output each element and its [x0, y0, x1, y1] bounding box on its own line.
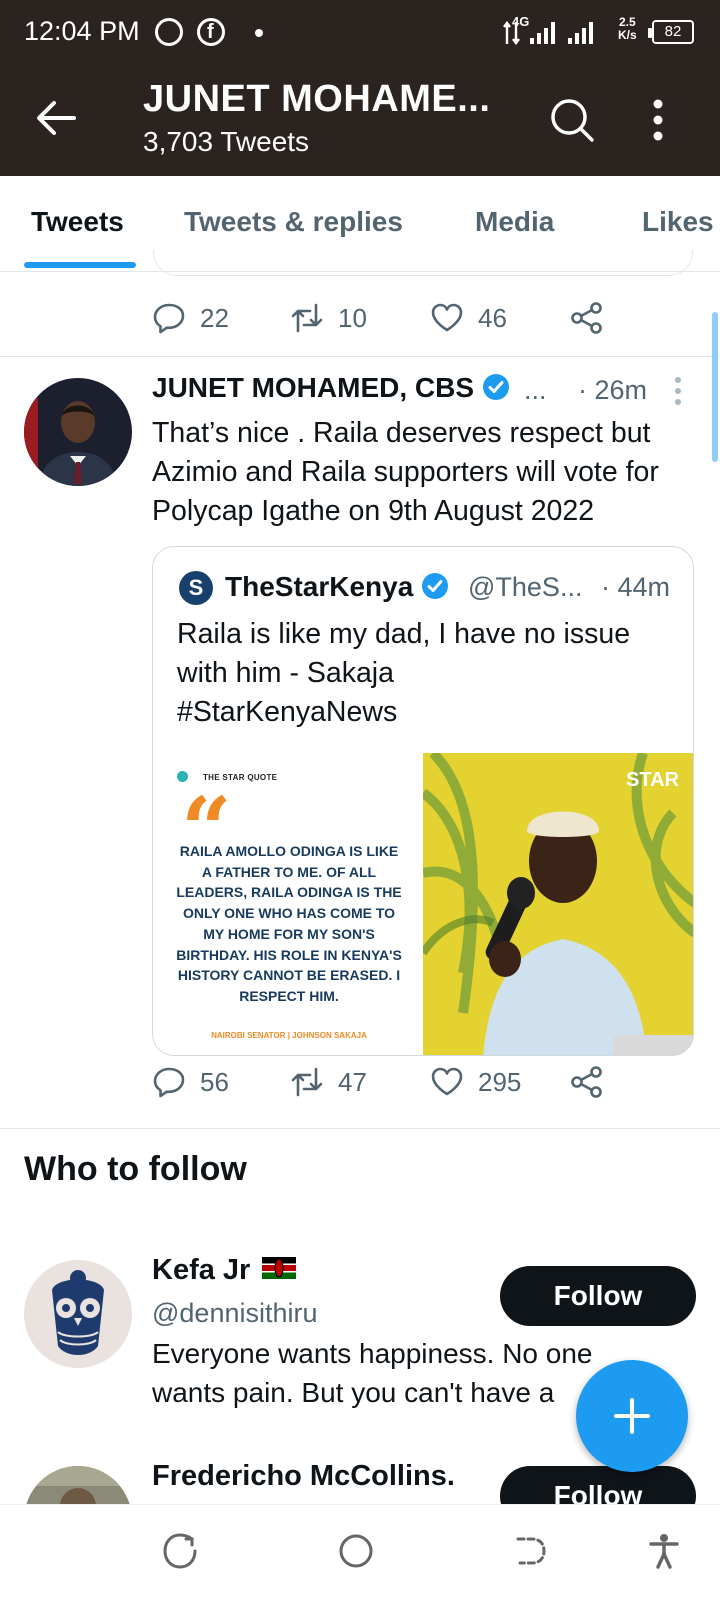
recent-apps-icon[interactable] — [162, 1533, 198, 1569]
quoted-image[interactable]: THE STAR QUOTE “ RAILA AMOLLO ODINGA IS … — [153, 753, 693, 1055]
signal-strength-icon — [530, 22, 555, 44]
heart-icon — [431, 1067, 463, 1096]
speaker-photo-art — [423, 753, 693, 1055]
top-bar: 12:04 PM f 4G 2.5 K/s 82 JUNET MOHAME...… — [0, 0, 720, 176]
quoted-time: · 44m — [601, 572, 671, 602]
tweet-divider — [0, 356, 720, 357]
accessibility-icon[interactable] — [648, 1533, 680, 1569]
share-icon — [571, 1066, 602, 1098]
quoted-handle: @TheS... — [468, 572, 583, 602]
profile-title: JUNET MOHAME... — [143, 78, 491, 120]
follow-button[interactable]: Follow — [500, 1266, 696, 1326]
search-icon[interactable] — [548, 96, 596, 144]
status-time: 12:04 PM — [24, 16, 140, 46]
section-divider — [0, 1128, 720, 1129]
like-count: 46 — [478, 302, 507, 333]
previous-tweet-actions: 22 10 46 — [152, 298, 622, 338]
quote-graphic-credit: NAIROBI SENATOR | JOHNSON SAKAJA — [211, 1031, 367, 1040]
back-nav-icon[interactable] — [512, 1533, 548, 1569]
tweet-text: That’s nice . Raila deserves respect but… — [152, 417, 659, 527]
bio-line: Everyone wants happiness. No one — [152, 1338, 593, 1369]
avatar[interactable] — [24, 378, 132, 486]
author-name: JUNET MOHAMED, CBS — [152, 372, 475, 403]
status-bar: 12:04 PM f 4G 2.5 K/s 82 — [0, 0, 720, 64]
who-to-follow-title: Who to follow — [24, 1150, 247, 1188]
suggested-user-bio: Everyone wants happiness. No one wants p… — [152, 1334, 622, 1412]
active-tab-indicator — [24, 262, 136, 268]
plus-icon — [614, 1398, 650, 1434]
quoted-tweet[interactable]: S TheStarKenya @TheS... · 44m Raila is l… — [152, 546, 694, 1056]
tweet-actions: 56 47 295 — [152, 1062, 622, 1102]
share-button[interactable] — [570, 301, 618, 335]
like-button[interactable]: 46 — [430, 301, 570, 335]
back-arrow-icon[interactable] — [34, 96, 78, 140]
home-icon[interactable] — [338, 1533, 374, 1569]
scrollbar[interactable] — [712, 312, 718, 462]
share-icon — [571, 302, 602, 334]
verified-badge-icon — [482, 374, 509, 400]
kenya-flag-icon — [262, 1257, 297, 1279]
tweet-author[interactable]: JUNET MOHAMED, CBS — [152, 372, 510, 404]
tweet-count: 3,703 Tweets — [143, 126, 310, 157]
reply-button[interactable]: 56 — [152, 1065, 290, 1099]
reply-icon — [153, 303, 185, 334]
speaker-photo: STAR — [423, 753, 693, 1055]
signal-strength-2-icon — [568, 22, 593, 44]
more-options-icon[interactable] — [650, 98, 666, 142]
retweet-icon — [291, 1067, 323, 1097]
user-name-text: Kefa Jr — [152, 1254, 251, 1286]
reply-count: 56 — [200, 1066, 229, 1097]
author-truncation: ... — [524, 375, 547, 405]
quoted-author: TheStarKenya — [225, 571, 449, 603]
compose-tweet-button[interactable] — [576, 1360, 688, 1472]
network-type: 4G — [512, 14, 530, 29]
quoted-text-line: with him - Sakaja — [177, 657, 394, 689]
hashtag-link[interactable]: #StarKenyaNews — [177, 693, 677, 732]
battery-icon: 82 — [648, 20, 694, 44]
tab-likes[interactable]: Likes — [642, 206, 714, 238]
reply-count: 22 — [200, 302, 229, 333]
previous-quote-card[interactable] — [153, 250, 693, 276]
tweet-menu-icon[interactable] — [674, 376, 682, 406]
star-brand-mark: STAR — [626, 769, 679, 791]
quote-graphic: THE STAR QUOTE “ RAILA AMOLLO ODINGA IS … — [153, 753, 423, 1055]
avatar[interactable] — [24, 1260, 132, 1368]
retweet-button[interactable]: 10 — [290, 301, 430, 335]
star-logo-avatar: S — [179, 571, 213, 605]
battery-level: 82 — [664, 23, 682, 40]
suggested-user-name: Kefa Jr — [152, 1254, 297, 1287]
facebook-icon: f — [197, 18, 225, 46]
like-count: 295 — [478, 1066, 522, 1097]
quoted-author-name: TheStarKenya — [225, 571, 414, 602]
reply-icon — [153, 1067, 185, 1098]
twitter-profile-screen: 12:04 PM f 4G 2.5 K/s 82 JUNET MOHAME...… — [0, 0, 720, 1600]
like-button[interactable]: 295 — [430, 1065, 570, 1099]
retweet-count: 10 — [338, 302, 367, 333]
suggested-user-handle: @dennisithiru — [152, 1298, 318, 1328]
tab-tweets-replies[interactable]: Tweets & replies — [184, 206, 403, 238]
verified-badge-icon — [422, 573, 449, 599]
chrome-icon — [155, 18, 183, 46]
retweet-count: 47 — [338, 1066, 367, 1097]
speed-unit: K/s — [618, 28, 637, 42]
quoted-text: Raila is like my dad, I have no issue wi… — [177, 615, 677, 732]
share-button[interactable] — [570, 1065, 618, 1099]
tweet-time: · 26m — [578, 375, 648, 405]
system-navigation-bar — [0, 1504, 720, 1600]
notification-dot-icon — [255, 29, 263, 37]
quote-graphic-text: RAILA AMOLLO ODINGA IS LIKE A FATHER TO … — [176, 843, 402, 1004]
bio-line: wants pain. But you can't have a — [152, 1377, 555, 1408]
network-speed: 2.5 K/s — [618, 16, 637, 42]
tab-tweets[interactable]: Tweets — [31, 206, 124, 238]
heart-icon — [431, 303, 463, 332]
suggested-user-name: Fredericho McCollins. — [152, 1460, 455, 1492]
retweet-icon — [291, 303, 323, 333]
retweet-button[interactable]: 47 — [290, 1065, 430, 1099]
tab-media[interactable]: Media — [475, 206, 554, 238]
reply-button[interactable]: 22 — [152, 301, 290, 335]
quoted-text-line: Raila is like my dad, I have no issue — [177, 618, 631, 650]
